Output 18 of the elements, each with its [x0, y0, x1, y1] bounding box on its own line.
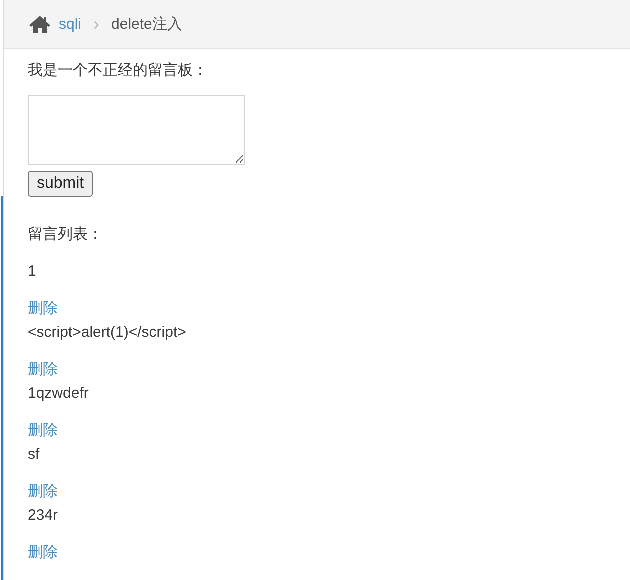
message-text: <script>alert(1)</script>	[28, 323, 186, 343]
list-title: 留言列表：	[28, 225, 103, 245]
delete-link[interactable]: 删除	[28, 297, 58, 321]
submit-button[interactable]: submit	[28, 171, 94, 197]
delete-link[interactable]: 删除	[28, 541, 58, 565]
breadcrumb-link[interactable]: sqli	[59, 16, 82, 32]
message-text: sf	[28, 445, 41, 465]
message-text: 1qzwdefr	[28, 384, 90, 404]
delete-link[interactable]: 删除	[28, 358, 58, 382]
message-input[interactable]	[28, 95, 245, 165]
home-icon[interactable]	[29, 14, 51, 34]
delete-link[interactable]: 删除	[28, 480, 58, 504]
breadcrumb-separator: ›	[94, 14, 100, 34]
delete-link[interactable]: 删除	[28, 419, 58, 443]
message-text: 234r	[28, 506, 60, 526]
breadcrumb-current: delete注入	[112, 14, 182, 34]
message-text: 1	[28, 262, 38, 282]
form-label: 我是一个不正经的留言板：	[28, 61, 208, 81]
